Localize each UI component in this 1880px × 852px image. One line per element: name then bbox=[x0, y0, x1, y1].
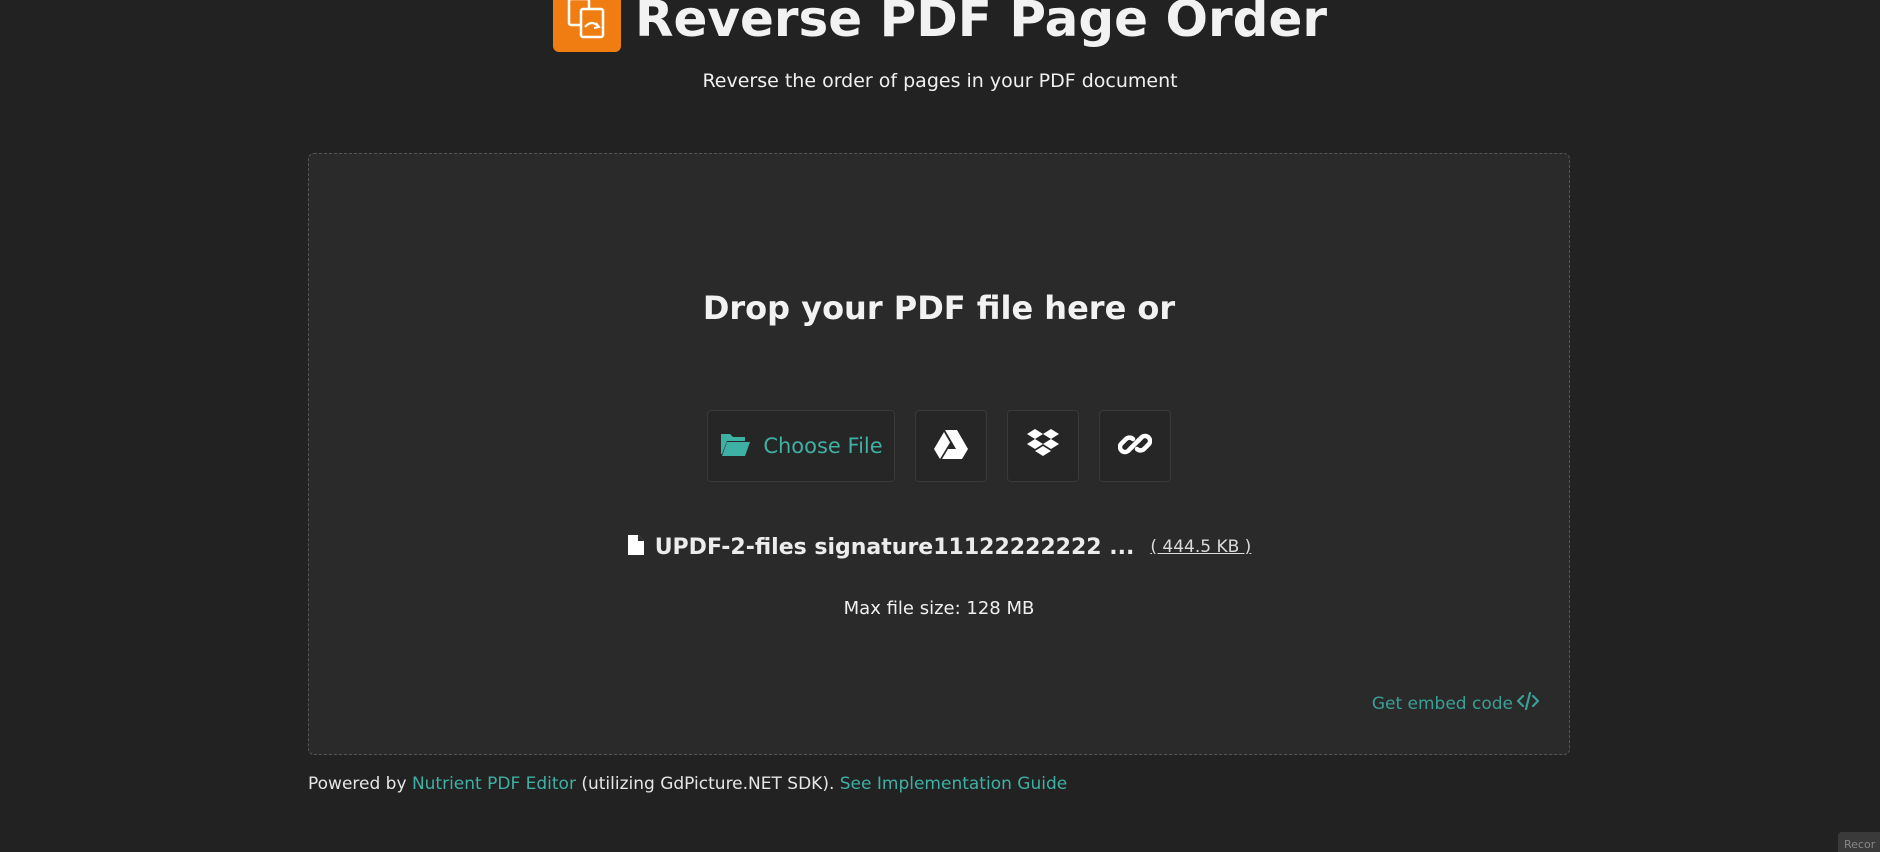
get-embed-code-link[interactable]: Get embed code bbox=[1371, 691, 1540, 715]
file-dropzone[interactable]: Drop your PDF file here or Choose File U… bbox=[308, 153, 1570, 755]
page: Reverse PDF Page Order Reverse the order… bbox=[0, 0, 1880, 852]
nutrient-editor-link[interactable]: Nutrient PDF Editor bbox=[412, 774, 576, 794]
file-name: UPDF-2-files signature11122222222 ... bbox=[654, 534, 1135, 560]
dropbox-button[interactable] bbox=[1007, 410, 1079, 482]
app-logo-icon bbox=[552, 0, 621, 52]
dropbox-icon bbox=[1026, 428, 1060, 464]
file-icon bbox=[627, 534, 645, 560]
upload-source-buttons: Choose File bbox=[309, 410, 1569, 482]
record-corner-tab[interactable]: Recor bbox=[1838, 832, 1880, 852]
implementation-guide-link[interactable]: See Implementation Guide bbox=[840, 774, 1067, 794]
footer: Powered by Nutrient PDF Editor (utilizin… bbox=[308, 774, 1067, 794]
title-row: Reverse PDF Page Order bbox=[0, 0, 1880, 52]
footer-middle: (utilizing GdPicture.NET SDK). bbox=[581, 774, 835, 794]
selected-file: UPDF-2-files signature11122222222 ... ( … bbox=[309, 534, 1569, 560]
google-drive-icon bbox=[934, 429, 968, 463]
dropzone-title: Drop your PDF file here or bbox=[702, 289, 1176, 327]
code-icon bbox=[1516, 691, 1540, 715]
page-subtitle: Reverse the order of pages in your PDF d… bbox=[702, 70, 1178, 92]
page-title: Reverse PDF Page Order bbox=[634, 0, 1328, 48]
max-file-size: Max file size: 128 MB bbox=[843, 598, 1035, 619]
footer-prefix: Powered by bbox=[308, 774, 407, 794]
link-icon bbox=[1117, 427, 1153, 465]
google-drive-button[interactable] bbox=[915, 410, 987, 482]
folder-open-icon bbox=[719, 430, 751, 463]
choose-file-label: Choose File bbox=[763, 434, 883, 458]
link-url-button[interactable] bbox=[1099, 410, 1171, 482]
embed-label: Get embed code bbox=[1371, 693, 1513, 714]
choose-file-button[interactable]: Choose File bbox=[707, 410, 895, 482]
file-size: ( 444.5 KB ) bbox=[1150, 537, 1252, 557]
